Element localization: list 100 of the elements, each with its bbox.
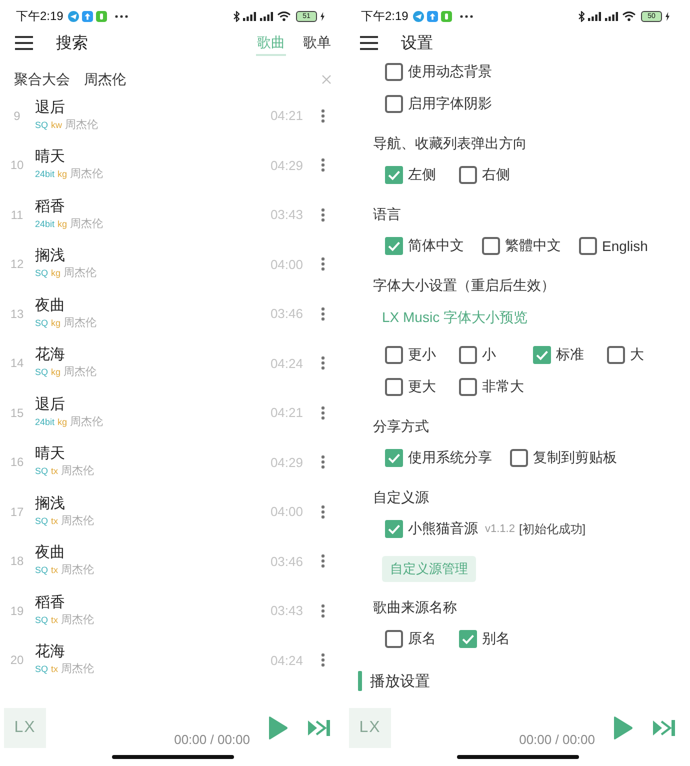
search-field[interactable]: 周杰伦 [84,70,322,88]
checkbox[interactable] [385,166,403,184]
checkbox[interactable] [510,449,528,467]
checkbox[interactable] [385,378,403,396]
quality-tag: SQ [35,562,48,578]
checkbox[interactable] [385,95,403,113]
checkbox[interactable] [385,346,403,364]
tab[interactable]: 歌单 [302,30,332,56]
source-tag: kg [58,414,68,430]
track-number: 18 [9,554,25,568]
checkbox-label[interactable]: 使用系统分享 [408,449,492,467]
artist-name: 周杰伦 [64,266,97,282]
more-options-icon[interactable] [321,504,325,519]
quality-tag: SQ [35,612,48,628]
setting-label: 分享方式 [373,417,429,436]
source-tag: kg [58,166,68,182]
source-tag: kg [51,314,61,331]
wifi-icon [277,11,291,21]
more-options-icon[interactable] [321,455,325,470]
more-options-icon[interactable] [321,356,325,370]
checkbox-label[interactable]: 别名 [482,630,510,648]
more-options-icon[interactable] [321,653,325,668]
more-options-icon[interactable] [321,208,325,222]
quality-tag: SQ [35,265,48,282]
checkbox[interactable] [385,63,403,81]
track-number: 14 [9,356,25,370]
song-title: 稻香 [35,594,65,612]
source-status: [初始化成功] [518,520,586,538]
checkbox[interactable] [385,449,403,467]
signal-icon [243,12,257,20]
checkbox-label[interactable]: 右侧 [482,166,510,184]
menu-icon[interactable] [15,36,33,50]
song-title: 退后 [35,396,65,414]
checkbox[interactable] [533,346,551,364]
section-title: 播放设置 [370,672,430,690]
checkbox-label[interactable]: 原名 [408,630,436,648]
source-tag: tx [51,512,58,529]
artist-name: 周杰伦 [70,216,104,232]
track-number: 17 [9,504,25,519]
checkbox-label[interactable]: English [602,238,648,254]
setting-label: 导航、收藏列表弹出方向 [373,134,527,153]
source-version: v1.1.2 [485,523,515,535]
more-options-icon[interactable] [321,108,325,123]
checkbox[interactable] [579,237,597,255]
setting-label: 语言 [373,205,401,224]
song-title: 稻香 [35,198,65,216]
charging-icon [320,12,325,20]
source-tag: tx [51,612,58,628]
checkbox-label[interactable]: 更小 [408,346,436,364]
play-icon[interactable] [613,716,633,740]
more-options-icon[interactable] [321,406,325,420]
artist-name: 周杰伦 [65,118,98,133]
checkbox-label[interactable]: 使用动态背景 [408,63,492,81]
checkbox-label[interactable]: 小 [482,346,496,364]
source-tag: tx [51,562,58,578]
checkbox[interactable] [459,378,477,396]
signal-icon [605,12,619,20]
more-options-icon[interactable] [321,257,325,272]
artist-name: 周杰伦 [70,167,104,182]
checkbox[interactable] [385,630,403,648]
checkbox[interactable] [607,346,625,364]
checkbox[interactable] [385,237,403,255]
source-selector[interactable]: 聚合大会 [14,70,70,88]
more-icon [115,14,128,18]
checkbox[interactable] [459,630,477,648]
checkbox[interactable] [385,520,403,538]
checkbox-label[interactable]: 更大 [408,378,436,396]
artist-name: 周杰伦 [61,563,94,578]
more-options-icon[interactable] [321,306,325,321]
song-title: 夜曲 [35,544,65,562]
checkbox[interactable] [482,237,500,255]
checkbox[interactable] [459,166,477,184]
song-duration: 03:46 [270,306,303,322]
song-duration: 03:43 [270,207,303,222]
setting-label: 自定义源 [373,488,429,507]
checkbox-label[interactable]: 简体中文 [408,237,464,255]
quality-tag: SQ [35,116,48,133]
skip-next-icon[interactable] [308,720,330,736]
more-options-icon[interactable] [321,158,325,172]
checkbox-label[interactable]: 复制到剪贴板 [533,449,617,467]
checkbox[interactable] [459,346,477,364]
skip-next-icon[interactable] [653,720,675,736]
play-icon[interactable] [268,716,288,740]
more-icon [460,14,474,18]
charging-icon [665,12,670,20]
checkbox-label[interactable]: 启用字体阴影 [408,95,492,113]
clock-time: 下午2:19 [16,8,64,24]
signal-icon [588,12,602,20]
quality-tag: 24bit [35,216,55,232]
checkbox-label[interactable]: 小熊猫音源 [408,520,478,538]
more-options-icon[interactable] [321,554,325,568]
checkbox-label[interactable]: 左侧 [408,166,436,184]
checkbox-label[interactable]: 标准 [556,346,584,364]
checkbox-label[interactable]: 繁體中文 [505,237,561,255]
artist-name: 周杰伦 [64,365,97,380]
checkbox-label[interactable]: 非常大 [482,378,524,396]
song-duration: 03:46 [270,554,303,569]
menu-icon[interactable] [360,36,378,50]
checkbox-label[interactable]: 大 [630,346,644,364]
more-options-icon[interactable] [321,604,325,618]
